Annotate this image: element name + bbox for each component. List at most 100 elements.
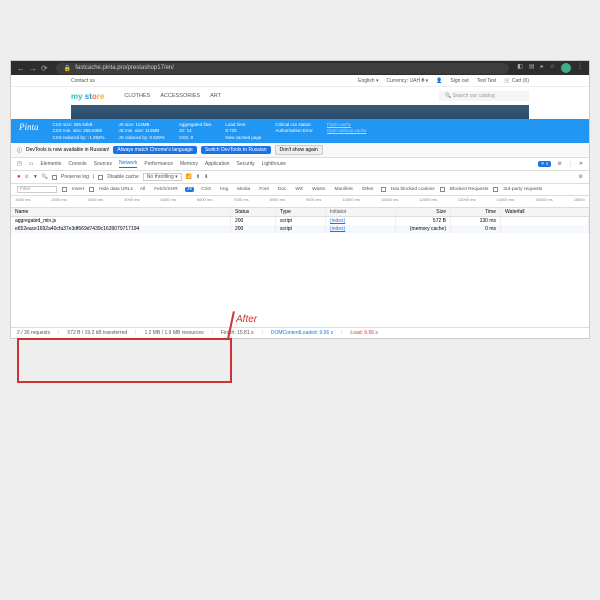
record-icon[interactable]: ● <box>17 174 21 180</box>
blocked-requests-checkbox[interactable] <box>440 187 445 192</box>
tab-lighthouse[interactable]: Lighthouse <box>262 161 286 167</box>
col-status[interactable]: Status <box>231 208 276 216</box>
match-language-button[interactable]: Always match Chrome's language <box>113 146 196 154</box>
tab-network[interactable]: Network <box>119 160 137 168</box>
disable-cache-checkbox[interactable] <box>98 175 103 180</box>
network-toolbar: ● ⊘ ▼ 🔍 Preserve log | Disable cache No … <box>11 171 589 184</box>
filter-media[interactable]: Media <box>235 187 252 192</box>
tab-memory[interactable]: Memory <box>180 161 198 167</box>
filter-css[interactable]: CSS <box>199 187 213 192</box>
throttling-dropdown[interactable]: No throttling ▾ <box>143 173 182 181</box>
table-row[interactable]: aggregated_min.js 200 script (index) 572… <box>11 217 589 225</box>
forward-icon[interactable]: → <box>29 64 37 73</box>
filter-other[interactable]: Other <box>360 187 376 192</box>
hide-data-urls-checkbox[interactable] <box>89 187 94 192</box>
load-time-label: Load time: <box>225 122 261 127</box>
filter-wasm[interactable]: Wasm <box>310 187 327 192</box>
reload-icon[interactable]: ⟳ <box>41 64 48 73</box>
annotation-box <box>17 338 232 383</box>
filter-ws[interactable]: WS <box>293 187 305 192</box>
currency-selector[interactable]: UAH ₴ ▾ <box>410 78 429 84</box>
status-resources: 1.2 MB / 1.9 MB resources <box>144 330 203 336</box>
status-domcontentloaded: DOMContentLoaded: 9.56 s <box>271 330 333 336</box>
tab-security[interactable]: Security <box>237 161 255 167</box>
agg-css: CSS: 8 <box>179 135 212 140</box>
filter-doc[interactable]: Doc <box>276 187 289 192</box>
network-timeline[interactable]: 1000 ms 2000 ms 3000 ms 4000 ms 5000 ms … <box>11 196 589 208</box>
preserve-log-checkbox[interactable] <box>52 175 57 180</box>
cart-link[interactable]: 🛒 Cart (0) <box>504 78 529 84</box>
wifi-icon[interactable]: 📶 <box>186 174 192 180</box>
filter-input[interactable]: Filter <box>17 186 57 193</box>
preserve-log-label: Preserve log <box>61 174 89 180</box>
search-input[interactable]: 🔍 Search our catalog <box>439 91 529 101</box>
filter-all[interactable]: All <box>138 187 147 192</box>
extension-icon[interactable]: ▤ <box>529 63 535 73</box>
col-type[interactable]: Type <box>276 208 326 216</box>
col-size[interactable]: Size <box>396 208 451 216</box>
more-icon[interactable]: ⋮ <box>568 161 573 167</box>
dont-show-button[interactable]: Don't show again <box>275 145 323 155</box>
extension-icon[interactable]: ▸ <box>541 63 544 73</box>
currency-label: Currency: <box>386 78 408 84</box>
pinta-stats-bar: Pinta CSS size: 255.62kB CSS min. size: … <box>11 119 589 143</box>
issues-badge[interactable]: ✕ 1 <box>538 161 552 167</box>
filter-font[interactable]: Font <box>257 187 271 192</box>
username[interactable]: Test Test <box>477 78 497 84</box>
nav-accessories[interactable]: ACCESSORIES <box>160 93 200 99</box>
contact-link[interactable]: Contact us <box>71 78 95 84</box>
third-party-checkbox[interactable] <box>493 187 498 192</box>
invert-checkbox[interactable] <box>62 187 67 192</box>
critical-css-status: Authorisation Error <box>275 128 313 133</box>
menu-icon[interactable]: ⋮ <box>577 63 583 73</box>
switch-language-button[interactable]: Switch DevTools to Russian <box>201 146 271 154</box>
lock-icon: 🔒 <box>64 65 71 72</box>
inspect-icon[interactable]: ◳ <box>17 161 22 167</box>
filter-manifest[interactable]: Manifest <box>333 187 355 192</box>
tab-console[interactable]: Console <box>68 161 86 167</box>
info-icon: ⓘ <box>17 147 22 154</box>
col-name[interactable]: Name <box>11 208 231 216</box>
tab-application[interactable]: Application <box>205 161 229 167</box>
col-time[interactable]: Time <box>451 208 501 216</box>
tab-performance[interactable]: Performance <box>144 161 173 167</box>
download-icon[interactable]: ⬇ <box>204 174 208 180</box>
filter-js[interactable]: JS <box>185 187 195 192</box>
network-filter-bar: Filter Invert Hide data URLs All Fetch/X… <box>11 184 589 196</box>
store-logo[interactable]: my store <box>71 92 104 101</box>
filter-icon[interactable]: ▼ <box>33 174 38 180</box>
back-icon[interactable]: ← <box>17 64 25 73</box>
bookmark-icon[interactable]: ☆ <box>550 63 555 73</box>
blocked-cookies-checkbox[interactable] <box>381 187 386 192</box>
chrome-toolbar: ← → ⟳ 🔒 fastcache.pinta.pro/prestashop17… <box>11 61 589 75</box>
url-text: fastcache.pinta.pro/prestashop17/en/ <box>75 65 174 71</box>
col-initiator[interactable]: Initiator <box>326 208 396 216</box>
filter-fetch[interactable]: Fetch/XHR <box>152 187 179 192</box>
open-without-cache-link[interactable]: Open without cache <box>327 128 367 133</box>
load-time-value: 8.725 <box>225 128 261 133</box>
network-settings-icon[interactable]: ⚙ <box>579 174 583 180</box>
gear-icon[interactable]: ⚙ <box>557 161 561 167</box>
search-icon[interactable]: 🔍 <box>42 174 48 180</box>
address-bar[interactable]: 🔒 fastcache.pinta.pro/prestashop17/en/ <box>56 63 510 74</box>
nav-art[interactable]: ART <box>210 93 221 99</box>
language-selector[interactable]: English ▾ <box>358 78 378 84</box>
signout-link[interactable]: Sign out <box>450 78 468 84</box>
nav-clothes[interactable]: CLOTHES <box>124 93 150 99</box>
table-row[interactable]: e652eace1692a40cfa37e3df669d7439c1639079… <box>11 225 589 233</box>
tab-elements[interactable]: Elements <box>40 161 61 167</box>
status-load: Load: 9.56 s <box>350 330 378 336</box>
flush-cache-link[interactable]: Flush cache <box>327 122 367 127</box>
filter-img[interactable]: Img <box>218 187 230 192</box>
close-icon[interactable]: ✕ <box>579 161 583 167</box>
tab-sources[interactable]: Sources <box>94 161 112 167</box>
extension-icon[interactable]: ◧ <box>517 63 523 73</box>
device-icon[interactable]: ▭ <box>29 161 34 167</box>
agg-js: JS: 14 <box>179 128 212 133</box>
js-size: JS size: 114MB <box>119 122 165 127</box>
col-waterfall[interactable]: Waterfall <box>501 208 589 216</box>
clear-icon[interactable]: ⊘ <box>25 174 29 180</box>
upload-icon[interactable]: ⬆ <box>196 174 200 180</box>
profile-avatar[interactable] <box>561 63 571 73</box>
network-status-bar: 2 / 30 requests| 572 B / 19.2 kB transfe… <box>11 327 589 338</box>
